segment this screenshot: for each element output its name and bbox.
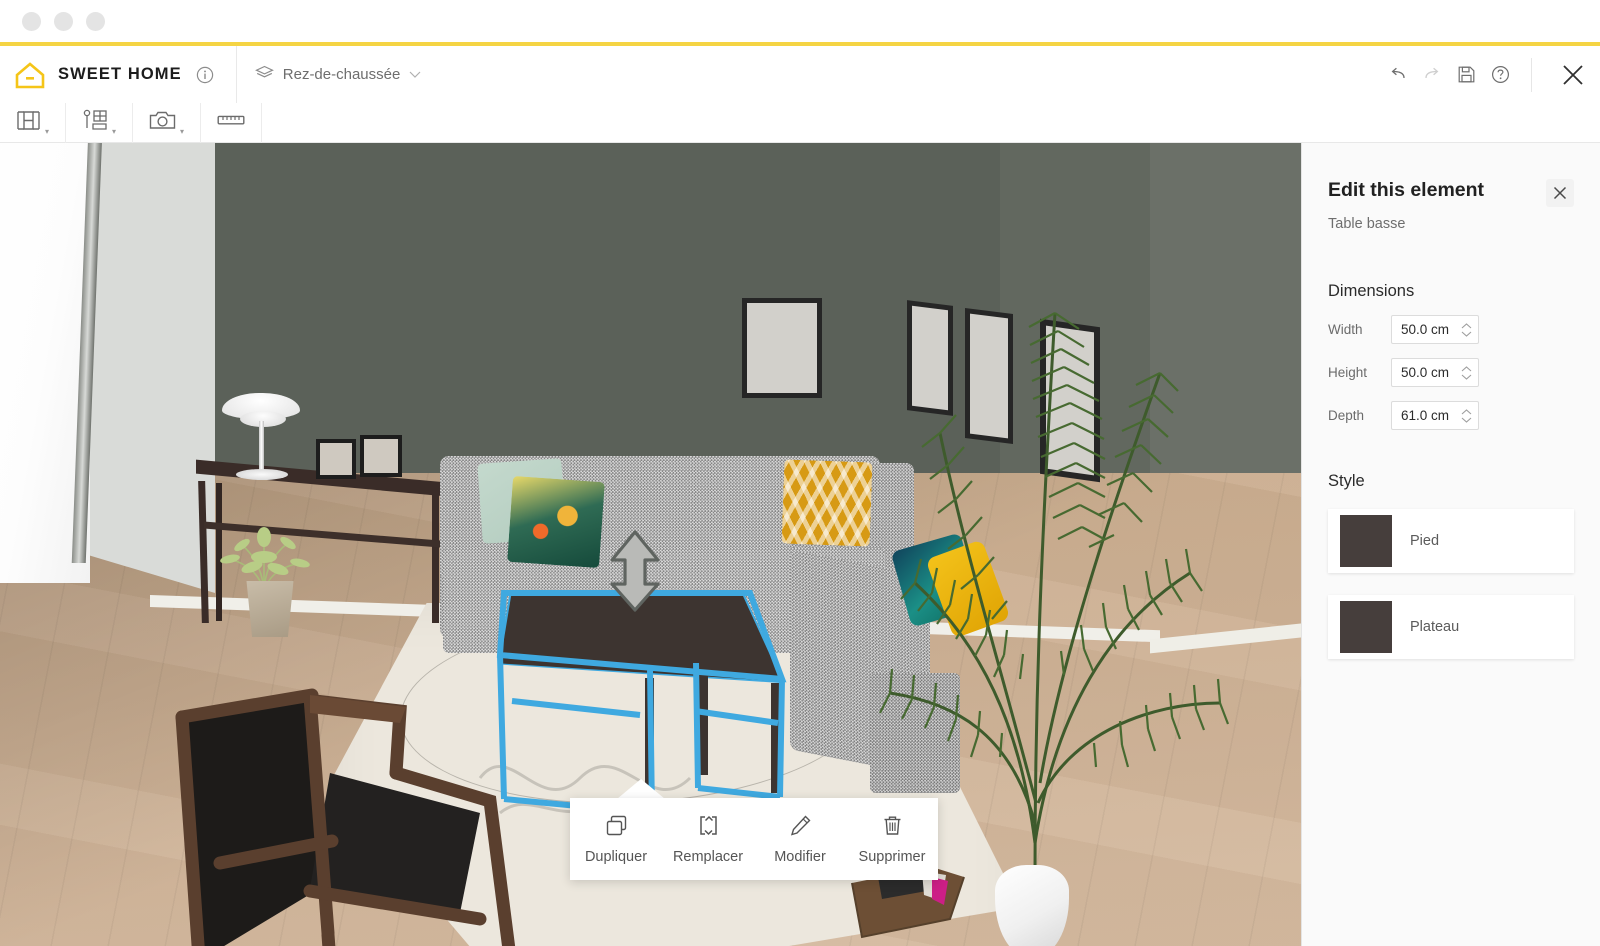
desk-photo-frame[interactable] [360,435,402,477]
context-menu-item-duplicate[interactable]: Dupliquer [570,798,662,880]
chevron-down-icon [409,66,421,83]
panel-close-button[interactable] [1546,179,1574,207]
floor-plan-tool[interactable]: ▾ [0,102,67,143]
edit-element-panel: Edit this element Table basse Dimensions… [1302,143,1600,946]
dimension-label: Depth [1328,408,1365,423]
panel-header: Edit this element [1302,179,1600,207]
depth-stepper[interactable] [1461,408,1472,423]
duplicate-icon [605,814,628,842]
context-menu-label: Modifier [774,848,826,865]
dimension-label: Height [1328,365,1368,380]
pencil-icon [789,814,812,842]
panel-title: Edit this element [1328,179,1485,201]
height-input[interactable]: 50.0 cm [1391,358,1479,387]
info-icon[interactable] [194,64,216,86]
dimensions-section-title: Dimensions [1328,282,1415,300]
main-toolbar: ▾ ▾ ▾ [0,102,1600,143]
trash-icon [881,814,904,842]
context-menu-label: Remplacer [672,848,744,865]
context-menu-label: Dupliquer [584,848,648,865]
camera-icon [149,110,176,136]
context-menu-item-replace[interactable]: Remplacer [662,798,754,880]
window-maximize-dot[interactable] [86,11,105,31]
style-item-pied[interactable]: Pied [1328,509,1574,573]
dimension-row-depth: Depth 61.0 cm [1302,401,1600,430]
camera-tool[interactable]: ▾ [133,102,202,143]
chevron-down-icon: ▾ [45,126,50,136]
measure-tool[interactable] [201,102,263,143]
depth-input[interactable]: 61.0 cm [1391,401,1479,430]
furniture-icon [82,109,108,136]
window-close-dot[interactable] [22,11,41,31]
depth-value: 61.0 cm [1401,408,1450,423]
replace-icon [697,814,720,842]
width-stepper[interactable] [1461,322,1472,337]
floor-selector[interactable]: Rez-de-chaussée [237,46,440,103]
color-swatch[interactable] [1340,601,1392,653]
width-value: 50.0 cm [1401,322,1450,337]
undo-button[interactable] [1381,58,1415,92]
wall-art-frame[interactable] [742,298,822,398]
desk-photo-frame[interactable] [316,439,356,479]
application-window: SWEET HOME Rez-de-chaussée ▾ ▾ ▾ Dupliqu… [0,0,1600,946]
header-action-divider [1531,57,1532,92]
floor-label: Rez-de-chaussée [282,66,401,83]
console-table-leg [432,495,439,623]
dimension-row-width: Width 50.0 cm [1302,315,1600,344]
3d-viewport[interactable]: Dupliquer Remplacer Modifier Supprimer [0,143,1302,946]
close-icon[interactable] [1546,46,1600,103]
context-menu: Dupliquer Remplacer Modifier Supprimer [570,798,938,880]
palm-plant-pot[interactable] [995,865,1069,946]
redo-button[interactable] [1415,58,1449,92]
header-actions [1381,46,1600,103]
app-title: SWEET HOME [58,65,182,83]
context-menu-item-delete[interactable]: Supprimer [846,798,938,880]
style-section-title: Style [1328,472,1365,490]
context-menu-item-modify[interactable]: Modifier [754,798,846,880]
color-swatch[interactable] [1340,515,1392,567]
ruler-icon [217,113,245,132]
cushion-mustard[interactable] [781,459,873,547]
save-button[interactable] [1449,58,1483,92]
os-title-bar [0,0,1600,42]
style-item-label: Plateau [1410,619,1460,635]
context-menu-pointer [617,779,665,799]
help-button[interactable] [1483,58,1517,92]
height-stepper[interactable] [1461,365,1472,380]
style-item-plateau[interactable]: Plateau [1328,595,1574,659]
layers-icon [254,65,274,85]
window-minimize-dot[interactable] [54,11,73,31]
height-value: 50.0 cm [1401,365,1450,380]
cushion-tropical[interactable] [507,475,605,569]
dimension-row-height: Height 50.0 cm [1302,358,1600,387]
vertical-move-arrow-icon[interactable] [600,528,670,613]
chevron-down-icon: ▾ [112,126,117,136]
style-item-label: Pied [1410,533,1440,549]
brand: SWEET HOME [0,46,216,103]
dimension-label: Width [1328,322,1363,337]
width-input[interactable]: 50.0 cm [1391,315,1479,344]
furniture-tool[interactable]: ▾ [66,102,134,143]
floor-plan-icon [16,110,41,136]
house-logo-icon [14,60,46,90]
table-lamp-base [236,469,288,480]
panel-subtitle: Table basse [1328,216,1406,232]
context-menu-label: Supprimer [858,848,926,865]
table-lamp-stem [259,421,264,473]
chevron-down-icon: ▾ [180,126,185,136]
app-header: SWEET HOME Rez-de-chaussée [0,46,1600,103]
